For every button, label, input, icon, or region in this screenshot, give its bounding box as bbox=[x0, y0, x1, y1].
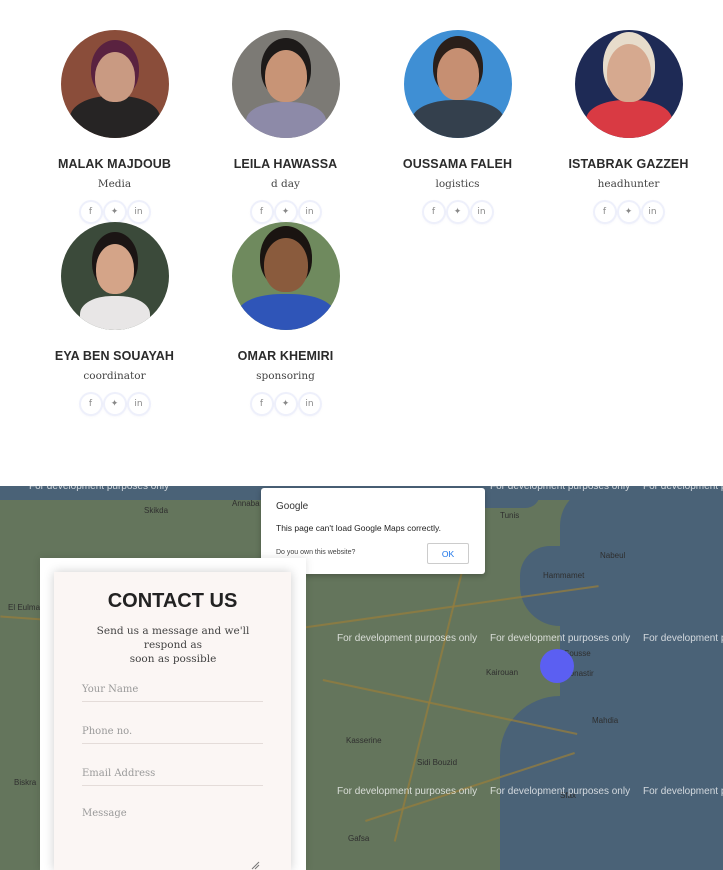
team-member-card: ISTABRAK GAZZEH headhunter f ✦ in bbox=[543, 30, 714, 222]
member-name: EYA BEN SOUAYAH bbox=[54, 349, 175, 363]
member-photo bbox=[231, 30, 340, 138]
member-photo bbox=[60, 30, 169, 138]
team-member-card: EYA BEN SOUAYAH coordinator f ✦ in bbox=[29, 222, 200, 414]
member-name: LEILA HAWASSA bbox=[233, 157, 338, 171]
member-photo bbox=[60, 222, 169, 330]
social-links: f ✦ in bbox=[29, 394, 200, 414]
map-watermark: For development purposes only bbox=[490, 633, 631, 644]
linkedin-icon[interactable]: in bbox=[299, 202, 320, 222]
linkedin-icon[interactable]: in bbox=[128, 202, 149, 222]
linkedin-icon[interactable]: in bbox=[471, 202, 492, 222]
google-brand-label: Google bbox=[276, 501, 309, 512]
map-watermark: For development purposes only bbox=[643, 633, 723, 644]
facebook-icon[interactable]: f bbox=[251, 394, 272, 414]
twitter-icon[interactable]: ✦ bbox=[104, 202, 125, 222]
member-role: d day bbox=[271, 178, 300, 190]
facebook-icon[interactable]: f bbox=[594, 202, 615, 222]
social-links: f ✦ in bbox=[372, 202, 543, 222]
resize-handle-icon[interactable] bbox=[250, 860, 260, 870]
name-field[interactable]: Your Name bbox=[82, 684, 263, 702]
twitter-icon[interactable]: ✦ bbox=[275, 394, 296, 414]
member-photo bbox=[231, 222, 340, 330]
map-watermark: For development purposes only bbox=[490, 486, 631, 492]
social-links: f ✦ in bbox=[200, 202, 371, 222]
map-watermark: For development purposes only bbox=[337, 786, 478, 797]
ok-button[interactable]: OK bbox=[427, 543, 469, 564]
linkedin-icon[interactable]: in bbox=[642, 202, 663, 222]
phone-field[interactable]: Phone no. bbox=[82, 726, 263, 744]
contact-form: CONTACT US Send us a message and we'll r… bbox=[54, 572, 291, 870]
message-textarea[interactable]: Message bbox=[82, 808, 263, 864]
contact-subtitle-line: Send us a message and we'll respond as bbox=[96, 625, 250, 651]
facebook-icon[interactable]: f bbox=[251, 202, 272, 222]
contact-subtitle: Send us a message and we'll respond as s… bbox=[88, 624, 258, 666]
member-name: MALAK MAJDOUB bbox=[57, 157, 172, 171]
linkedin-icon[interactable]: in bbox=[128, 394, 149, 414]
contact-subtitle-line: soon as possible bbox=[129, 653, 217, 665]
member-role: Media bbox=[97, 178, 132, 190]
team-member-card: MALAK MAJDOUB Media f ✦ in bbox=[29, 30, 200, 222]
member-photo bbox=[574, 30, 683, 138]
social-links: f ✦ in bbox=[200, 394, 371, 414]
team-section: MALAK MAJDOUB Media f ✦ in LEILA HAWASSA… bbox=[0, 0, 723, 486]
member-photo bbox=[403, 30, 512, 138]
map-watermark: For development purposes only bbox=[29, 486, 170, 492]
member-name: OUSSAMA FALEH bbox=[402, 157, 513, 171]
team-member-card: OUSSAMA FALEH logistics f ✦ in bbox=[372, 30, 543, 222]
linkedin-icon[interactable]: in bbox=[299, 394, 320, 414]
member-name: OMAR KHEMIRI bbox=[237, 349, 334, 363]
team-member-card: OMAR KHEMIRI sponsoring f ✦ in bbox=[200, 222, 371, 414]
map-watermark: For development purposes only bbox=[490, 786, 631, 797]
social-links: f ✦ in bbox=[543, 202, 714, 222]
maps-error-message: This page can't load Google Maps correct… bbox=[276, 523, 441, 533]
facebook-icon[interactable]: f bbox=[423, 202, 444, 222]
member-role: coordinator bbox=[83, 370, 146, 382]
twitter-icon[interactable]: ✦ bbox=[447, 202, 468, 222]
social-links: f ✦ in bbox=[29, 202, 200, 222]
member-name: ISTABRAK GAZZEH bbox=[568, 157, 689, 171]
map-watermark: For development purposes only bbox=[643, 486, 723, 492]
facebook-icon[interactable]: f bbox=[80, 394, 101, 414]
member-role: logistics bbox=[435, 178, 480, 190]
team-member-card: LEILA HAWASSA d day f ✦ in bbox=[200, 30, 371, 222]
twitter-icon[interactable]: ✦ bbox=[275, 202, 296, 222]
email-field[interactable]: Email Address bbox=[82, 768, 263, 786]
member-role: sponsoring bbox=[256, 370, 315, 382]
map-watermark: For development purposes only bbox=[643, 786, 723, 797]
own-website-link[interactable]: Do you own this website? bbox=[276, 549, 355, 556]
facebook-icon[interactable]: f bbox=[80, 202, 101, 222]
twitter-icon[interactable]: ✦ bbox=[104, 394, 125, 414]
twitter-icon[interactable]: ✦ bbox=[618, 202, 639, 222]
map-watermark: For development purposes only bbox=[337, 633, 478, 644]
map-location-marker[interactable] bbox=[540, 649, 574, 683]
member-role: headhunter bbox=[597, 178, 660, 190]
contact-title: CONTACT US bbox=[107, 590, 238, 612]
